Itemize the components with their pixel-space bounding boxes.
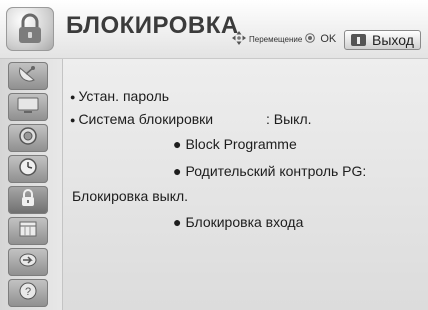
- ok-hint-label: OK: [320, 33, 337, 45]
- menu-item-set-password[interactable]: ● Устан. пароль: [70, 88, 169, 104]
- lock-menu-screen: БЛОКИРОВКА Перемещение OK Выход ? ● Уста…: [0, 0, 428, 310]
- input-block-label: Блокировка входа: [185, 214, 304, 230]
- ok-button-icon: [305, 33, 316, 45]
- bullet-icon: ●: [70, 92, 76, 102]
- menu-item-lock-system[interactable]: ● Система блокировки : Выкл.: [70, 111, 420, 127]
- exit-button-label: Выход: [372, 32, 414, 48]
- parental-control-status: Блокировка выкл.: [72, 188, 189, 204]
- clock-icon: [17, 156, 39, 183]
- sidebar-item-support[interactable]: ?: [8, 279, 48, 307]
- lock-system-value: : Выкл.: [266, 111, 312, 127]
- sidebar-item-option[interactable]: [8, 217, 48, 245]
- lock-category-icon: [6, 7, 54, 51]
- svg-text:?: ?: [25, 286, 31, 298]
- set-password-label: Устан. пароль: [78, 88, 170, 104]
- move-arrows-icon: [232, 31, 246, 47]
- calendar-option-icon: [17, 219, 39, 244]
- menu-content: ● Устан. пароль ● Система блокировки: Выкл…: [62, 59, 428, 310]
- exit-button[interactable]: Выход: [344, 30, 421, 50]
- menu-item-block-programme[interactable]: ● Block Programme: [173, 136, 297, 152]
- input-source-icon: [17, 250, 39, 275]
- block-programme-label: Block Programme: [185, 136, 297, 152]
- sidebar-item-audio[interactable]: [8, 124, 48, 152]
- sidebar-item-time[interactable]: [8, 155, 48, 183]
- page-title: БЛОКИРОВКА: [66, 12, 239, 39]
- menu-item-parental-control[interactable]: ● Родительский контроль PG:: [173, 163, 366, 179]
- sidebar-item-input[interactable]: [8, 248, 48, 276]
- bullet-icon: ●: [173, 214, 182, 230]
- speaker-audio-icon: [17, 125, 39, 152]
- satellite-dish-icon: [17, 64, 39, 89]
- tv-picture-icon: [16, 95, 40, 120]
- sidebar-item-picture[interactable]: [8, 93, 48, 121]
- move-hint-label: Перемещение: [249, 34, 303, 44]
- lock-icon: [18, 187, 38, 214]
- exit-key-icon: [351, 34, 366, 46]
- sidebar-item-channels[interactable]: [8, 62, 48, 90]
- help-icon: ?: [17, 280, 39, 307]
- category-sidebar: ?: [0, 59, 63, 310]
- navigation-hint: Перемещение OK: [232, 31, 337, 47]
- parental-control-label: Родительский контроль PG:: [185, 163, 367, 179]
- bullet-icon: ●: [173, 163, 182, 179]
- bullet-icon: ●: [173, 136, 182, 152]
- menu-item-input-block[interactable]: ● Блокировка входа: [173, 214, 303, 230]
- bullet-icon: ●: [70, 115, 76, 125]
- lock-system-label: Система блокировки: [78, 111, 214, 127]
- menu-header: БЛОКИРОВКА Перемещение OK Выход: [0, 0, 428, 59]
- sidebar-item-lock[interactable]: [8, 186, 48, 214]
